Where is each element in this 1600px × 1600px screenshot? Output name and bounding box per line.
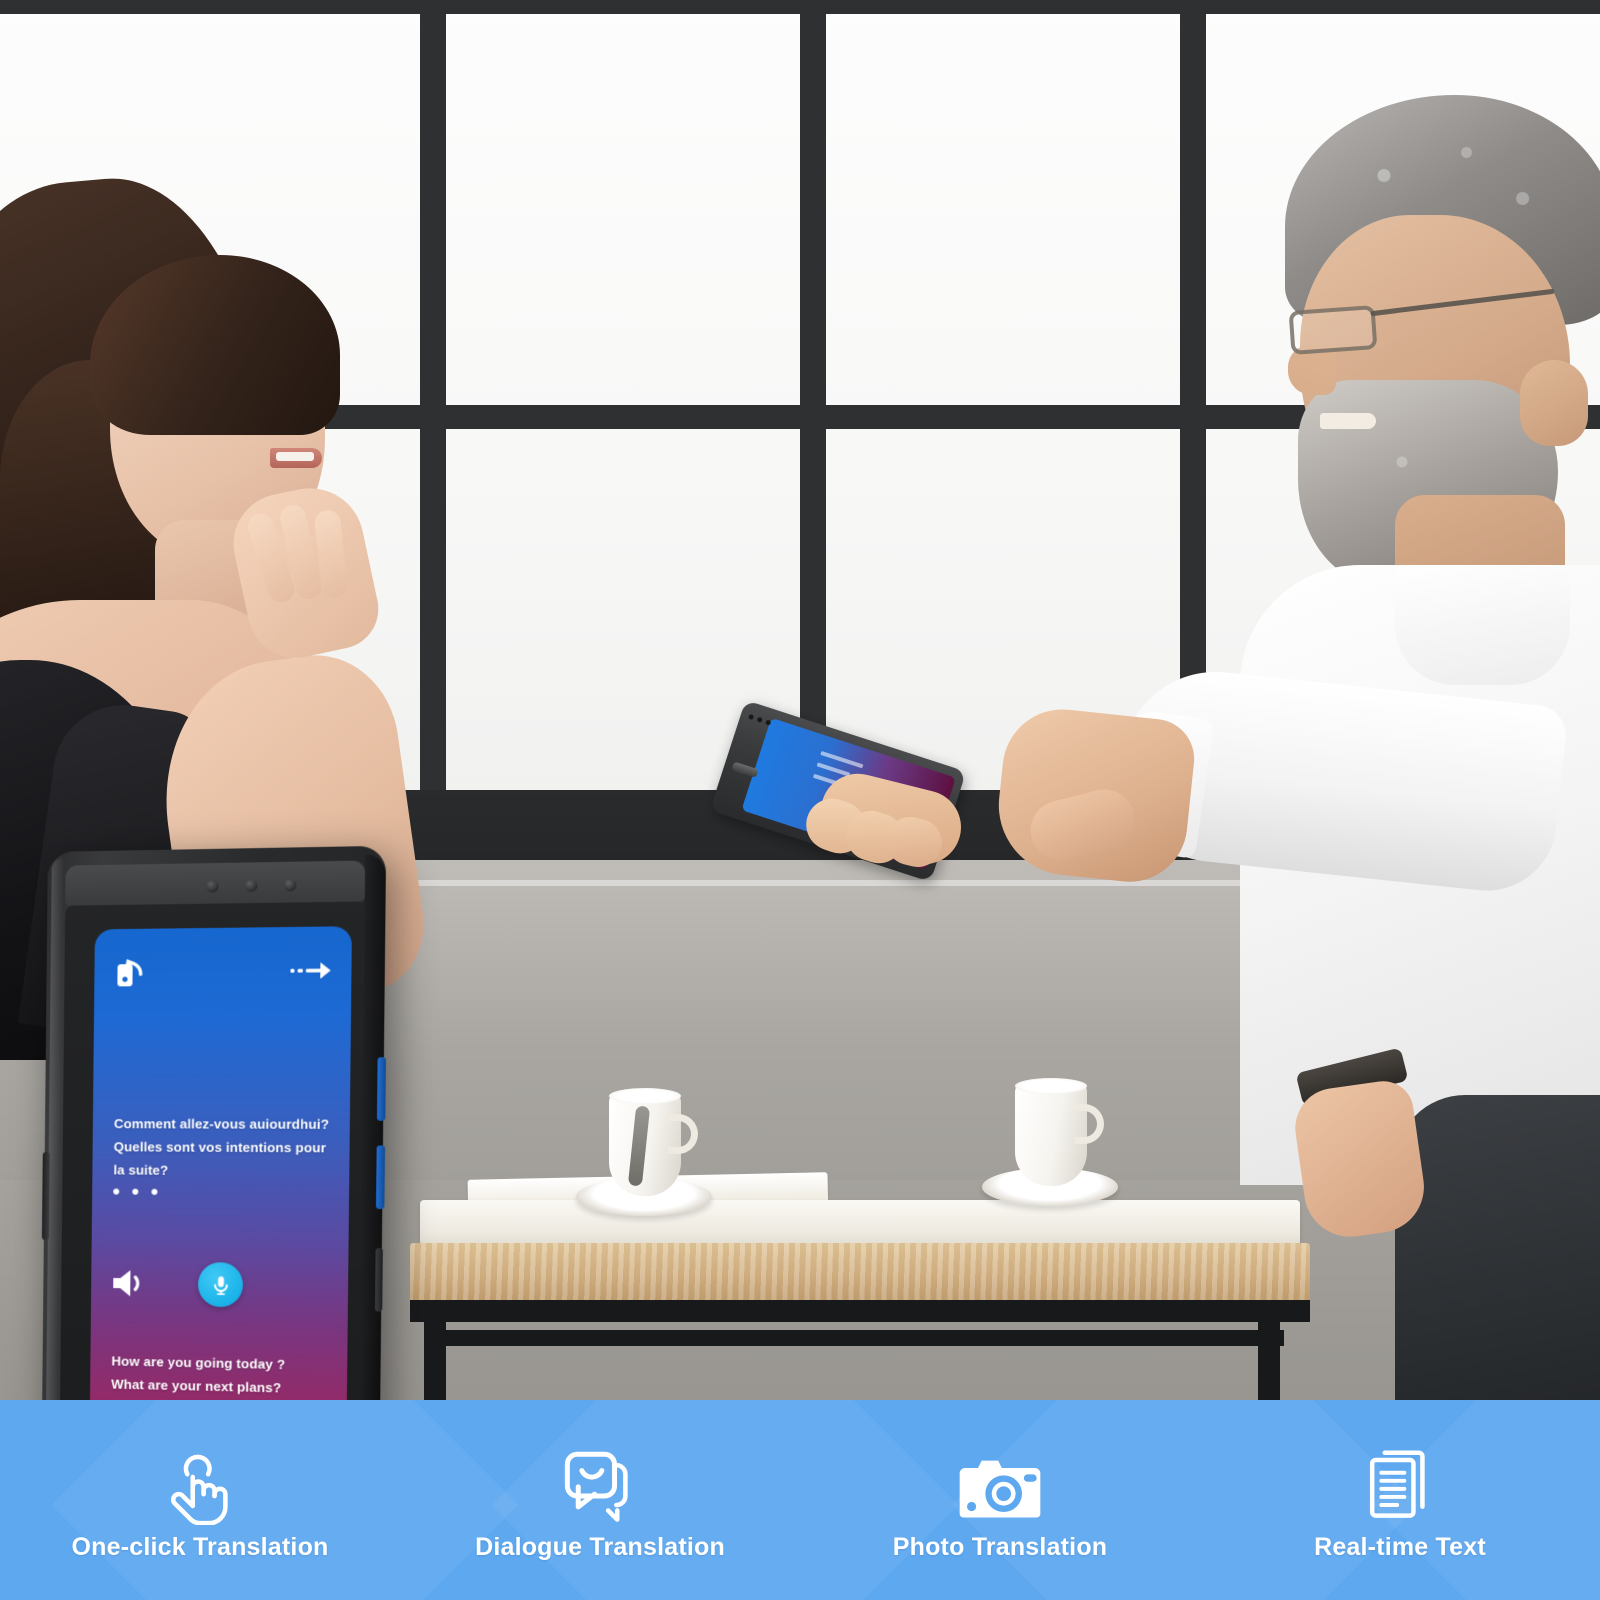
feature-label: Dialogue Translation xyxy=(475,1532,725,1561)
feature-one-click-translation[interactable]: One-click Translation xyxy=(0,1439,400,1562)
feature-label: Photo Translation xyxy=(892,1532,1108,1561)
device-volume-up-button[interactable] xyxy=(376,1057,386,1121)
chat-bubbles-icon xyxy=(558,1439,642,1525)
product-marketing-image: Comment allez-vous auiourdhui? Quelles s… xyxy=(0,0,1600,1600)
translated-line-2: What are your next plans? xyxy=(111,1376,282,1396)
device-volume-down-button[interactable] xyxy=(376,1145,386,1210)
feature-label: Real-time Text xyxy=(1314,1532,1486,1561)
feature-dialogue-translation[interactable]: Dialogue Translation xyxy=(400,1439,800,1562)
feature-banner: One-click Translation Dialogue Translati… xyxy=(0,1400,1600,1600)
feature-label: One-click Translation xyxy=(71,1532,329,1561)
source-line-3: la suite? xyxy=(113,1162,169,1178)
documents-icon xyxy=(1365,1439,1435,1525)
arrow-forward-icon[interactable] xyxy=(289,957,333,984)
device-rotate-icon[interactable] xyxy=(114,955,149,990)
device-side-key-left[interactable] xyxy=(41,1151,50,1241)
source-progress-dots xyxy=(113,1188,330,1197)
speaker-volume-icon[interactable] xyxy=(111,1267,148,1300)
feature-photo-translation[interactable]: Photo Translation xyxy=(800,1439,1200,1562)
feature-real-time-text[interactable]: Real-time Text xyxy=(1200,1439,1600,1562)
source-line-1: Comment allez-vous auiourdhui? xyxy=(113,1116,330,1132)
microphone-icon[interactable] xyxy=(197,1262,244,1308)
table-wood-edge xyxy=(410,1243,1310,1307)
device-power-button[interactable] xyxy=(374,1247,383,1312)
device-speaker-bar xyxy=(65,860,366,906)
source-line-2: Quelles sont vos intentions pour xyxy=(113,1139,327,1156)
camera-icon xyxy=(956,1439,1044,1525)
source-text-block: Comment allez-vous auiourdhui? Quelles s… xyxy=(113,1112,331,1196)
tap-hand-icon xyxy=(160,1439,240,1525)
table-top xyxy=(420,1200,1300,1246)
table-cross-bar xyxy=(424,1330,1284,1346)
